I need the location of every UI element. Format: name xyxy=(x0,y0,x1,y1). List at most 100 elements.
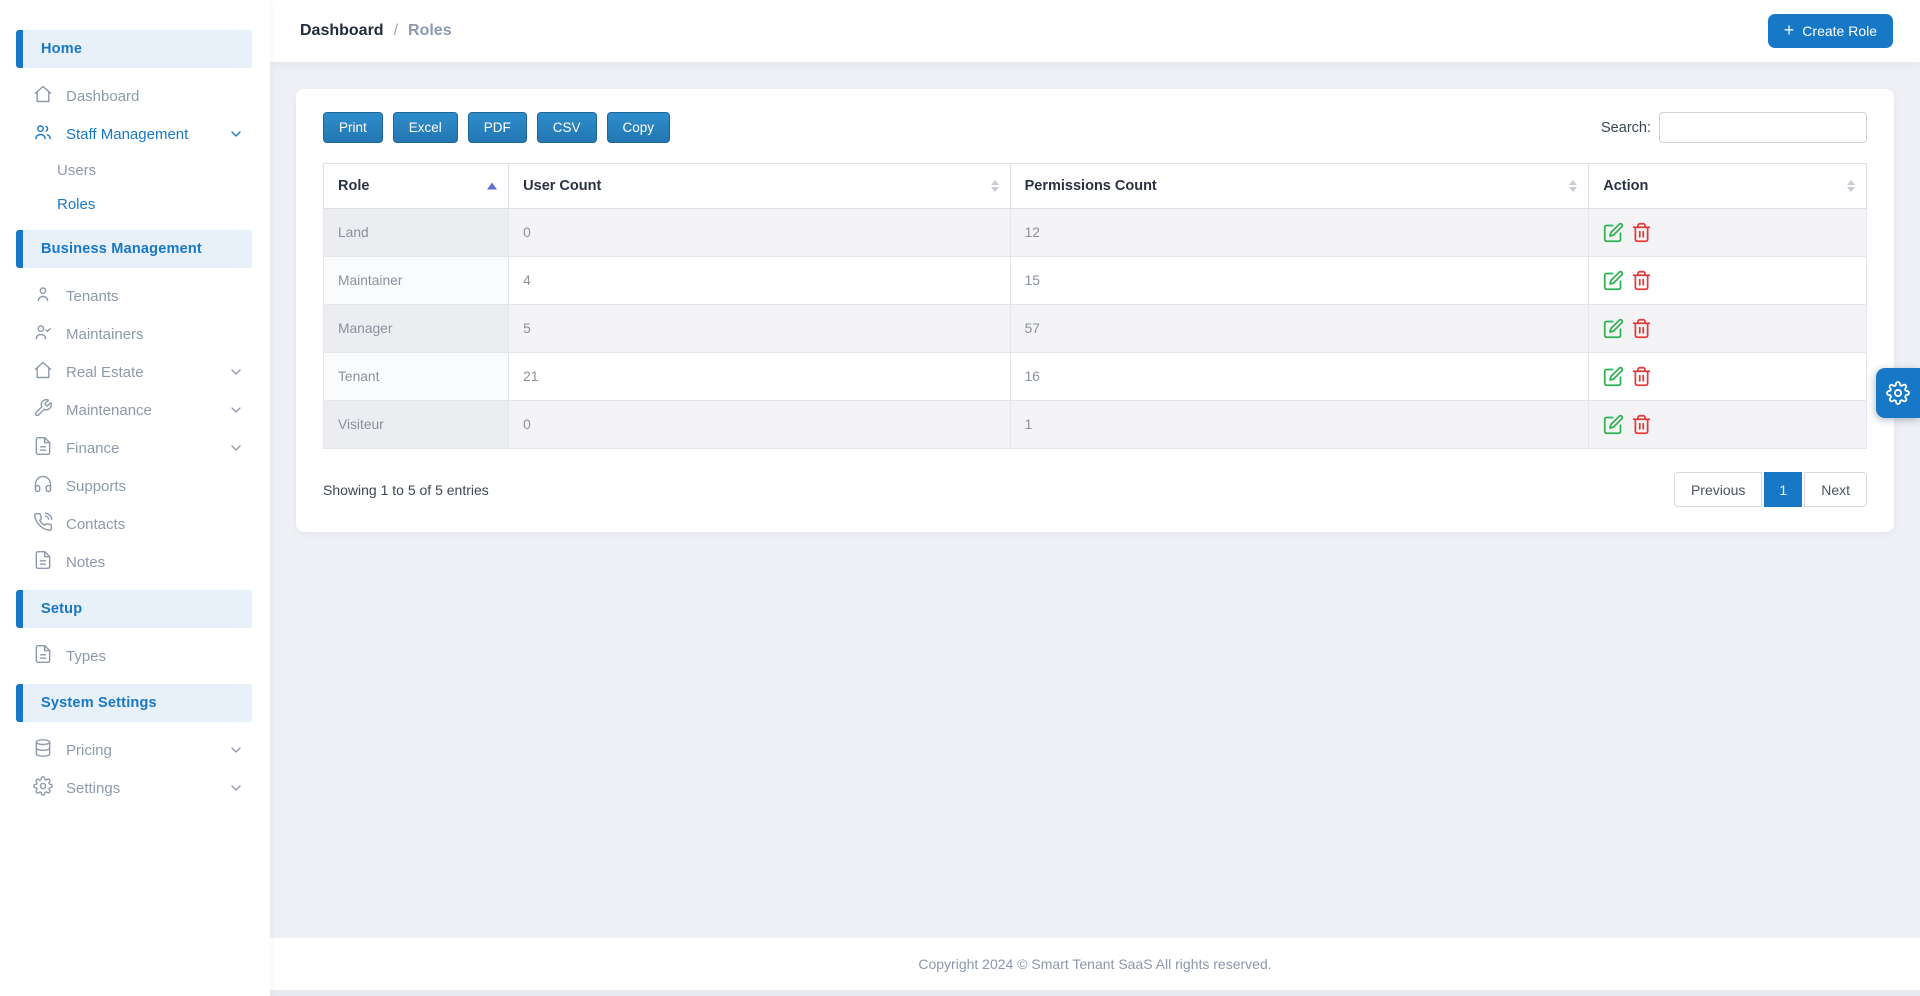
app-root: Home Dashboard Staff Management Users Ro… xyxy=(0,0,1920,996)
chevron-down-icon xyxy=(228,742,244,758)
role-cell: Land xyxy=(324,209,509,257)
delete-icon[interactable] xyxy=(1631,222,1652,243)
person-icon xyxy=(33,284,53,308)
sidebar-item-maintainers[interactable]: Maintainers xyxy=(0,315,270,353)
permissions-count-cell: 15 xyxy=(1010,257,1589,305)
permissions-count-cell: 1 xyxy=(1010,401,1589,449)
table-row: Tenant 21 16 xyxy=(324,353,1867,401)
permissions-count-cell: 16 xyxy=(1010,353,1589,401)
table-row: Manager 5 57 xyxy=(324,305,1867,353)
sidebar-item-contacts[interactable]: Contacts xyxy=(0,505,270,543)
sidebar-section-business-management[interactable]: Business Management xyxy=(16,230,252,268)
delete-icon[interactable] xyxy=(1631,318,1652,339)
sidebar-item-users[interactable]: Users xyxy=(0,153,270,187)
table-row: Maintainer 4 15 xyxy=(324,257,1867,305)
search-label: Search: xyxy=(1601,120,1651,136)
sidebar-section-home-label: Home xyxy=(41,41,82,57)
sidebar-item-label: Maintenance xyxy=(66,402,152,419)
roles-table: Role User Count Permissions Count xyxy=(323,163,1867,449)
table-footer: Showing 1 to 5 of 5 entries Previous 1 N… xyxy=(323,472,1867,507)
sort-icons xyxy=(991,180,999,192)
sidebar-section-setup[interactable]: Setup xyxy=(16,590,252,628)
edit-icon[interactable] xyxy=(1603,222,1624,243)
action-cell xyxy=(1589,209,1867,257)
print-button[interactable]: Print xyxy=(323,112,383,143)
role-cell: Tenant xyxy=(324,353,509,401)
excel-button[interactable]: Excel xyxy=(393,112,458,143)
delete-icon[interactable] xyxy=(1631,366,1652,387)
table-header-row: Role User Count Permissions Count xyxy=(324,164,1867,209)
sidebar-item-label: Pricing xyxy=(66,742,112,759)
column-header-role[interactable]: Role xyxy=(324,164,509,209)
sidebar-item-label: Supports xyxy=(66,478,126,495)
sidebar-item-label: Notes xyxy=(66,554,105,571)
sidebar-item-label: Tenants xyxy=(66,288,119,305)
copy-button[interactable]: Copy xyxy=(607,112,671,143)
page-1-button[interactable]: 1 xyxy=(1764,472,1802,507)
edit-icon[interactable] xyxy=(1603,270,1624,291)
sidebar-item-label: Contacts xyxy=(66,516,125,533)
sidebar-item-types[interactable]: Types xyxy=(0,637,270,675)
sidebar-item-supports[interactable]: Supports xyxy=(0,467,270,505)
permissions-count-cell: 57 xyxy=(1010,305,1589,353)
breadcrumb-current: Roles xyxy=(408,22,452,40)
sidebar-item-tenants[interactable]: Tenants xyxy=(0,277,270,315)
table-row: Visiteur 0 1 xyxy=(324,401,1867,449)
action-cell xyxy=(1589,305,1867,353)
column-header-permissions-count[interactable]: Permissions Count xyxy=(1010,164,1589,209)
sidebar: Home Dashboard Staff Management Users Ro… xyxy=(0,0,270,996)
sidebar-section-setup-label: Setup xyxy=(41,601,82,617)
sidebar-item-roles[interactable]: Roles xyxy=(0,187,270,221)
sidebar-item-dashboard[interactable]: Dashboard xyxy=(0,77,270,115)
sidebar-item-label: Settings xyxy=(66,780,120,797)
sidebar-item-label: Types xyxy=(66,648,106,665)
column-header-action[interactable]: Action xyxy=(1589,164,1867,209)
sidebar-section-home[interactable]: Home xyxy=(16,30,252,68)
previous-page-button[interactable]: Previous xyxy=(1674,472,1762,507)
sidebar-item-notes[interactable]: Notes xyxy=(0,543,270,581)
table-row: Land 0 12 xyxy=(324,209,1867,257)
database-icon xyxy=(33,738,53,762)
search-input[interactable] xyxy=(1659,112,1867,143)
breadcrumb-separator: / xyxy=(394,22,398,40)
pagination: Previous 1 Next xyxy=(1674,472,1867,507)
create-role-button[interactable]: + Create Role xyxy=(1768,14,1893,48)
edit-icon[interactable] xyxy=(1603,318,1624,339)
breadcrumb-dashboard-link[interactable]: Dashboard xyxy=(300,22,384,40)
sidebar-item-label: Real Estate xyxy=(66,364,144,381)
sidebar-item-label: Maintainers xyxy=(66,326,144,343)
copyright-text: Copyright 2024 © Smart Tenant SaaS All r… xyxy=(918,956,1271,972)
csv-button[interactable]: CSV xyxy=(537,112,597,143)
document-icon xyxy=(33,644,53,668)
user-count-cell: 21 xyxy=(509,353,1010,401)
plus-icon: + xyxy=(1784,20,1795,41)
table-toolbar: Print Excel PDF CSV Copy Search: xyxy=(323,112,1867,143)
home-icon xyxy=(33,360,53,384)
theme-settings-toggle-button[interactable] xyxy=(1876,368,1920,418)
sidebar-item-real-estate[interactable]: Real Estate xyxy=(0,353,270,391)
edit-icon[interactable] xyxy=(1603,414,1624,435)
action-cell xyxy=(1589,401,1867,449)
sidebar-item-finance[interactable]: Finance xyxy=(0,429,270,467)
sidebar-item-maintenance[interactable]: Maintenance xyxy=(0,391,270,429)
sort-icons xyxy=(1569,180,1577,192)
wrench-icon xyxy=(33,398,53,422)
entries-info: Showing 1 to 5 of 5 entries xyxy=(323,482,489,498)
sidebar-section-system-settings[interactable]: System Settings xyxy=(16,684,252,722)
sidebar-item-staff-management[interactable]: Staff Management xyxy=(0,115,270,153)
sidebar-item-settings[interactable]: Settings xyxy=(0,769,270,807)
create-role-label: Create Role xyxy=(1802,23,1877,39)
sidebar-item-pricing[interactable]: Pricing xyxy=(0,731,270,769)
sort-icons xyxy=(1847,180,1855,192)
delete-icon[interactable] xyxy=(1631,414,1652,435)
document-icon xyxy=(33,436,53,460)
edit-icon[interactable] xyxy=(1603,366,1624,387)
chevron-down-icon xyxy=(228,402,244,418)
person-check-icon xyxy=(33,322,53,346)
pdf-button[interactable]: PDF xyxy=(468,112,527,143)
sidebar-item-label: Roles xyxy=(57,196,95,213)
column-header-user-count[interactable]: User Count xyxy=(509,164,1010,209)
sidebar-item-label: Staff Management xyxy=(66,126,188,143)
delete-icon[interactable] xyxy=(1631,270,1652,291)
next-page-button[interactable]: Next xyxy=(1804,472,1867,507)
